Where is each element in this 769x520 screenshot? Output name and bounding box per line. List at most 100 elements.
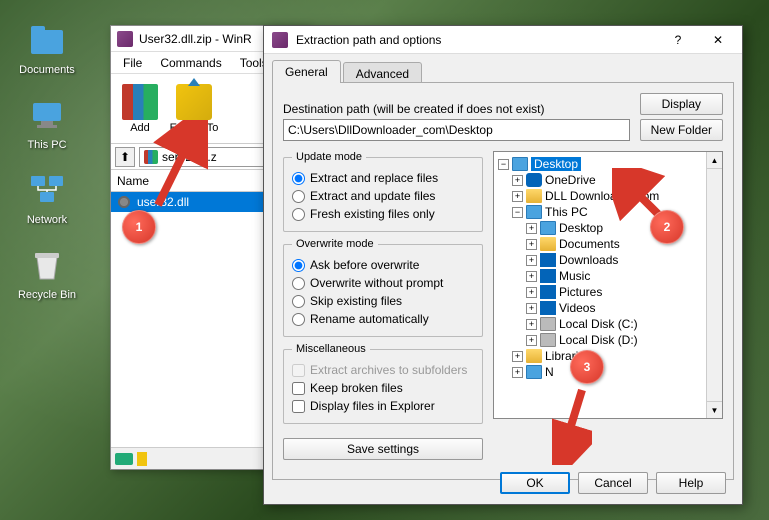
tree-music[interactable]: +Music <box>498 268 718 284</box>
desktop-icon-thispc[interactable]: This PC <box>12 95 82 151</box>
annotation-1: 1 <box>122 210 156 244</box>
tab-general[interactable]: General <box>272 60 341 83</box>
tree-downloads[interactable]: +Downloads <box>498 252 718 268</box>
pc-icon <box>27 95 67 135</box>
radio-skip[interactable]: Skip existing files <box>292 292 474 310</box>
annotation-arrow-1 <box>148 120 208 210</box>
add-label: Add <box>130 122 150 134</box>
download-icon <box>540 253 556 267</box>
expand-icon[interactable]: + <box>526 271 537 282</box>
tree-disk-d[interactable]: +Local Disk (D:) <box>498 332 718 348</box>
expand-icon[interactable]: + <box>526 335 537 346</box>
new-folder-button[interactable]: New Folder <box>640 119 723 141</box>
overwrite-mode-legend: Overwrite mode <box>292 238 378 250</box>
extract-icon <box>176 84 212 120</box>
tree-thispc[interactable]: −This PC <box>498 204 718 220</box>
tree-documents[interactable]: +Documents <box>498 236 718 252</box>
key-icon <box>137 452 147 466</box>
status-icon <box>115 453 133 465</box>
network-icon <box>27 170 67 210</box>
destination-input[interactable] <box>283 119 630 141</box>
disk-icon <box>540 333 556 347</box>
tree-scrollbar[interactable] <box>706 152 722 418</box>
help-button[interactable]: ? <box>662 28 694 52</box>
close-button[interactable]: ✕ <box>702 28 734 52</box>
desktop-label: Recycle Bin <box>12 289 82 301</box>
pc-icon <box>526 205 542 219</box>
ok-button[interactable]: OK <box>500 472 570 494</box>
dialog-buttons: OK Cancel Help <box>500 472 726 494</box>
annotation-2: 2 <box>650 210 684 244</box>
menu-commands[interactable]: Commands <box>152 54 229 72</box>
annotation-3: 3 <box>570 350 604 384</box>
collapse-icon[interactable]: − <box>498 159 509 170</box>
collapse-icon[interactable]: − <box>512 207 523 218</box>
tree-desktop[interactable]: −Desktop <box>498 156 718 172</box>
folder-icon <box>27 20 67 60</box>
update-mode-group: Update mode Extract and replace files Ex… <box>283 151 483 232</box>
tree-disk-c[interactable]: +Local Disk (C:) <box>498 316 718 332</box>
desktop-icon-network[interactable]: Network <box>12 170 82 226</box>
tree-videos[interactable]: +Videos <box>498 300 718 316</box>
winrar-title-text: User32.dll.zip - WinR <box>139 32 252 46</box>
misc-group: Miscellaneous Extract archives to subfol… <box>283 343 483 424</box>
folder-tree[interactable]: −Desktop +OneDrive +DLL Downloader.com −… <box>493 151 723 419</box>
dialog-title-text: Extraction path and options <box>296 33 441 47</box>
check-subfolders[interactable]: Extract archives to subfolders <box>292 361 474 379</box>
tree-dll[interactable]: +DLL Downloader.com <box>498 188 718 204</box>
tab-bar: General Advanced <box>264 54 742 83</box>
help-icon: ? <box>675 33 682 47</box>
check-display-explorer[interactable]: Display files in Explorer <box>292 397 474 415</box>
folder-icon <box>526 189 542 203</box>
expand-icon[interactable]: + <box>512 175 523 186</box>
dest-label: Destination path (will be created if doe… <box>283 102 630 116</box>
help-button[interactable]: Help <box>656 472 726 494</box>
cloud-icon <box>526 173 542 187</box>
up-button[interactable]: ⬆ <box>115 147 135 167</box>
close-icon: ✕ <box>713 33 723 47</box>
disk-icon <box>540 317 556 331</box>
annotation-arrow-3 <box>552 385 592 465</box>
radio-rename[interactable]: Rename automatically <box>292 310 474 328</box>
radio-ask[interactable]: Ask before overwrite <box>292 256 474 274</box>
overwrite-mode-group: Overwrite mode Ask before overwrite Over… <box>283 238 483 337</box>
radio-extract-replace[interactable]: Extract and replace files <box>292 169 474 187</box>
tab-panel: Destination path (will be created if doe… <box>272 82 734 480</box>
misc-legend: Miscellaneous <box>292 343 370 355</box>
gear-icon <box>117 195 131 209</box>
dialog-titlebar[interactable]: Extraction path and options ? ✕ <box>264 26 742 54</box>
expand-icon[interactable]: + <box>526 319 537 330</box>
books-icon <box>122 84 158 120</box>
tree-libraries[interactable]: +Libraries <box>498 348 718 364</box>
expand-icon[interactable]: + <box>526 239 537 250</box>
desktop-label: Network <box>12 214 82 226</box>
radio-extract-update[interactable]: Extract and update files <box>292 187 474 205</box>
save-settings-button[interactable]: Save settings <box>283 438 483 460</box>
tree-onedrive[interactable]: +OneDrive <box>498 172 718 188</box>
expand-icon[interactable]: + <box>526 287 537 298</box>
expand-icon[interactable]: + <box>512 367 523 378</box>
check-keep-broken[interactable]: Keep broken files <box>292 379 474 397</box>
extraction-dialog: Extraction path and options ? ✕ General … <box>263 25 743 505</box>
radio-fresh-only[interactable]: Fresh existing files only <box>292 205 474 223</box>
recyclebin-icon <box>27 245 67 285</box>
expand-icon[interactable]: + <box>526 223 537 234</box>
tree-pc-desktop[interactable]: +Desktop <box>498 220 718 236</box>
desktop-icon-documents[interactable]: Documents <box>12 20 82 76</box>
update-mode-legend: Update mode <box>292 151 366 163</box>
expand-icon[interactable]: + <box>512 191 523 202</box>
desktop-icon <box>512 157 528 171</box>
desktop-icon-recyclebin[interactable]: Recycle Bin <box>12 245 82 301</box>
cancel-button[interactable]: Cancel <box>578 472 648 494</box>
expand-icon[interactable]: + <box>526 255 537 266</box>
videos-icon <box>540 301 556 315</box>
menu-file[interactable]: File <box>115 54 150 72</box>
radio-overwrite[interactable]: Overwrite without prompt <box>292 274 474 292</box>
display-button[interactable]: Display <box>640 93 723 115</box>
folder-icon <box>540 237 556 251</box>
libraries-icon <box>526 349 542 363</box>
expand-icon[interactable]: + <box>512 351 523 362</box>
tree-pictures[interactable]: +Pictures <box>498 284 718 300</box>
expand-icon[interactable]: + <box>526 303 537 314</box>
tree-network[interactable]: +N <box>498 364 718 380</box>
